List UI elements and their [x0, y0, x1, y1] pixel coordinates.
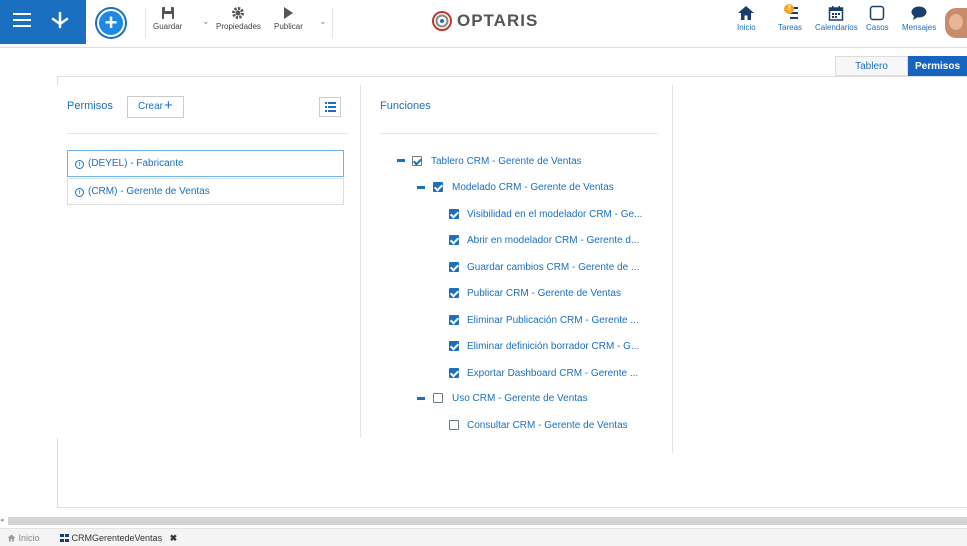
- cases-icon: [870, 5, 885, 21]
- add-button[interactable]: +: [97, 9, 125, 37]
- tree-node-label[interactable]: Abrir en modelador CRM - Gerente d...: [467, 234, 639, 248]
- inicio-label: Inicio: [737, 23, 756, 32]
- permisos-title: Permisos: [67, 100, 113, 112]
- info-icon: i: [75, 160, 84, 169]
- tree-checkbox[interactable]: [449, 341, 459, 351]
- tab-permisos[interactable]: Permisos: [908, 56, 967, 76]
- tree-node-label[interactable]: Eliminar definición borrador CRM - G...: [467, 340, 639, 354]
- nav-tareas[interactable]: 3 Tareas: [778, 4, 803, 32]
- tree-checkbox[interactable]: [449, 262, 459, 272]
- info-icon: i: [75, 188, 84, 197]
- tree-checkbox[interactable]: [412, 156, 422, 166]
- divider: [67, 133, 348, 134]
- panel-divider: [360, 85, 361, 438]
- tree-node-label[interactable]: Uso CRM - Gerente de Ventas: [452, 392, 588, 406]
- tree-checkbox[interactable]: [449, 235, 459, 245]
- modeler-app-icon[interactable]: [49, 10, 71, 32]
- close-icon[interactable]: ✖: [170, 533, 178, 543]
- tree-node-label[interactable]: Exportar Dashboard CRM - Gerente ...: [467, 367, 638, 381]
- home-icon: [738, 6, 755, 20]
- chevron-down-icon[interactable]: ⌄: [202, 16, 210, 27]
- chevron-down-icon[interactable]: ⌄: [319, 16, 327, 27]
- nav-mensajes[interactable]: Mensajes: [902, 5, 936, 32]
- guardar-label: Guardar: [153, 22, 183, 31]
- home-icon: [7, 534, 16, 542]
- tree-checkbox[interactable]: [433, 182, 443, 192]
- save-icon: [161, 7, 174, 19]
- optaris-logo-mark-icon: [432, 11, 452, 31]
- tree-checkbox[interactable]: [449, 420, 459, 430]
- list-icon: [325, 102, 336, 112]
- tree-checkbox[interactable]: [449, 368, 459, 378]
- tree-node-label[interactable]: Eliminar Publicación CRM - Gerente ...: [467, 314, 639, 328]
- horizontal-scrollbar[interactable]: [8, 517, 967, 525]
- tree-checkbox[interactable]: [449, 315, 459, 325]
- view-tabs: Tablero Permisos: [835, 56, 967, 76]
- divider: [380, 133, 658, 134]
- funciones-title: Funciones: [380, 100, 431, 112]
- guardar-button[interactable]: Guardar: [153, 6, 182, 31]
- tareas-badge: 3: [784, 4, 794, 14]
- crear-button[interactable]: Crear +: [127, 96, 184, 118]
- permiso-item-label: (DEYEL) - Fabricante: [88, 158, 184, 169]
- optaris-logo: OPTARIS: [431, 10, 538, 32]
- permiso-item[interactable]: i (DEYEL) - Fabricante: [67, 150, 344, 177]
- tree-checkbox[interactable]: [449, 209, 459, 219]
- propiedades-button[interactable]: Propiedades: [216, 6, 261, 31]
- gear-icon: [232, 7, 245, 19]
- tree-checkbox[interactable]: [433, 393, 443, 403]
- crear-label: Crear: [138, 101, 164, 112]
- toolbar-divider: [145, 8, 146, 38]
- panel-divider: [672, 85, 673, 453]
- tareas-label: Tareas: [778, 23, 803, 32]
- propiedades-label: Propiedades: [216, 22, 261, 31]
- tree-node-label[interactable]: Modelado CRM - Gerente de Ventas: [452, 181, 614, 195]
- permiso-item-label: (CRM) - Gerente de Ventas: [88, 186, 210, 197]
- casos-label: Casos: [866, 23, 889, 32]
- hamburger-menu-icon[interactable]: [13, 13, 31, 29]
- permiso-item[interactable]: i (CRM) - Gerente de Ventas: [67, 178, 344, 205]
- tree-node-label[interactable]: Guardar cambios CRM - Gerente de ...: [467, 261, 639, 275]
- app-header-block: [0, 0, 86, 44]
- nav-inicio[interactable]: Inicio: [737, 5, 756, 32]
- toolbar-divider: [332, 8, 333, 38]
- tree-node-label[interactable]: Publicar CRM - Gerente de Ventas: [467, 287, 621, 301]
- list-view-button[interactable]: [319, 97, 341, 117]
- tree-node-label[interactable]: Visibilidad en el modelador CRM - Ge...: [467, 208, 642, 222]
- calendar-icon: [829, 6, 844, 21]
- plus-icon: +: [164, 97, 173, 114]
- scroll-left-icon[interactable]: ◂: [0, 516, 4, 524]
- chat-icon: [911, 6, 927, 20]
- publicar-label: Publicar: [274, 22, 303, 31]
- tab-tablero[interactable]: Tablero: [835, 56, 908, 76]
- calendarios-label: Calendarios: [815, 23, 858, 32]
- collapse-icon[interactable]: [417, 397, 425, 400]
- tree-checkbox[interactable]: [449, 288, 459, 298]
- collapse-icon[interactable]: [417, 186, 425, 189]
- bottom-tab-current[interactable]: CRMGerentedeVentas ✖: [60, 533, 177, 544]
- bottom-tab-inicio-label: Inicio: [18, 533, 40, 543]
- bottom-tab-bar: Inicio CRMGerentedeVentas ✖: [0, 528, 967, 546]
- user-avatar[interactable]: [945, 8, 967, 38]
- bottom-tab-inicio[interactable]: Inicio: [7, 533, 40, 543]
- logo-text: OPTARIS: [457, 11, 539, 30]
- permisos-panel: Permisos Crear + i (DEYEL) - Fabricante i…: [57, 85, 360, 438]
- bottom-tab-current-label: CRMGerentedeVentas: [71, 533, 163, 543]
- tree-node-label[interactable]: Consultar CRM - Gerente de Ventas: [467, 419, 628, 433]
- nav-calendarios[interactable]: Calendarios: [815, 5, 858, 32]
- mensajes-label: Mensajes: [902, 23, 937, 32]
- tree-node-label[interactable]: Tablero CRM - Gerente de Ventas: [431, 155, 582, 169]
- dashboard-icon: [60, 534, 69, 542]
- nav-casos[interactable]: Casos: [866, 5, 889, 32]
- publicar-button[interactable]: Publicar: [274, 6, 303, 31]
- top-toolbar: + Guardar ⌄ Propiedades Publicar ⌄ OPTAR…: [0, 0, 967, 48]
- play-icon: [284, 7, 294, 19]
- collapse-icon[interactable]: [397, 159, 405, 162]
